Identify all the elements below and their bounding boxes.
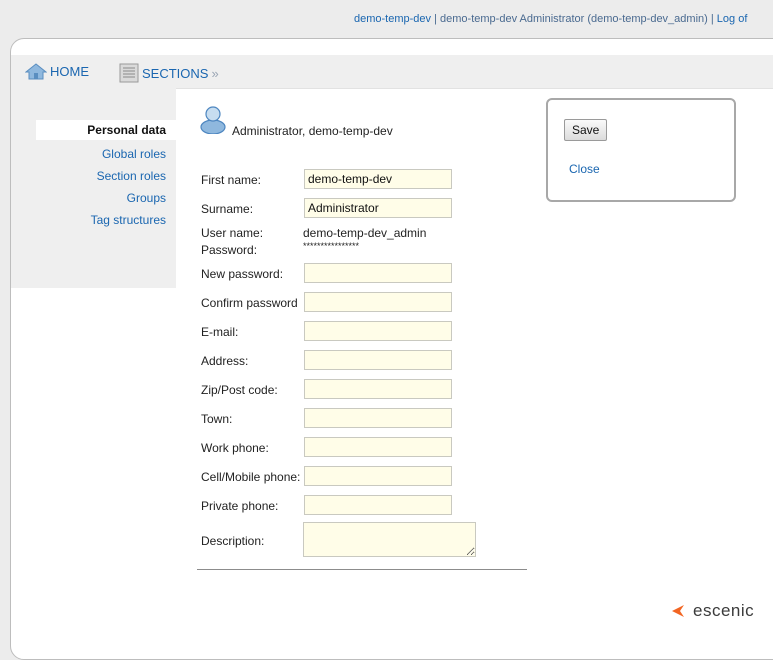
save-button[interactable]: Save <box>564 119 608 141</box>
sidebar: Personal data Global roles Section roles… <box>11 88 176 288</box>
description-label: Description: <box>201 534 265 548</box>
town-label: Town: <box>201 412 233 426</box>
sidebar-item-global-roles[interactable]: Global roles <box>102 147 166 161</box>
separator: | <box>707 13 717 25</box>
work-phone-label: Work phone: <box>201 441 269 455</box>
sidebar-item-personal-data[interactable]: Personal data <box>36 120 176 140</box>
description-field[interactable] <box>303 522 476 557</box>
password-label: Password: <box>201 243 258 257</box>
new-password-field[interactable] <box>304 263 452 283</box>
home-nav-label: HOME <box>50 64 89 79</box>
user-name-value: demo-temp-dev_admin <box>303 226 427 240</box>
home-icon <box>25 63 47 80</box>
user-display-name: Administrator, demo-temp-dev <box>232 124 393 138</box>
sections-nav-link[interactable]: SECTIONS » <box>119 63 219 83</box>
breadcrumb-arrow: » <box>211 65 219 81</box>
escenic-chevron-icon <box>672 605 684 617</box>
user-name-label: User name: <box>201 226 264 240</box>
new-password-label: New password: <box>201 267 284 281</box>
address-label: Address: <box>201 354 249 368</box>
zip-label: Zip/Post code: <box>201 383 278 397</box>
email-field[interactable] <box>304 321 452 341</box>
user-info-line: demo-temp-dev | demo-temp-dev Administra… <box>354 13 747 25</box>
user-info-text: demo-temp-dev Administrator (demo-temp-d… <box>440 13 708 25</box>
user-icon <box>200 106 226 134</box>
close-link[interactable]: Close <box>569 162 600 176</box>
confirm-password-field[interactable] <box>304 292 452 312</box>
sections-icon <box>119 63 139 83</box>
navigation-bar: HOME SECTIONS » <box>11 55 773 89</box>
mobile-phone-label: Cell/Mobile phone: <box>201 470 301 484</box>
escenic-logo: escenic <box>671 601 754 621</box>
home-nav-link[interactable]: HOME <box>25 63 89 80</box>
sections-nav-label: SECTIONS <box>142 65 209 81</box>
sidebar-item-section-roles[interactable]: Section roles <box>97 169 166 183</box>
actions-panel: Save Close <box>546 98 736 202</box>
password-value: **************** <box>303 241 360 251</box>
separator: | <box>431 13 441 25</box>
address-field[interactable] <box>304 350 452 370</box>
first-name-label: First name: <box>201 173 262 187</box>
surname-field[interactable] <box>304 198 452 218</box>
town-field[interactable] <box>304 408 452 428</box>
zip-field[interactable] <box>304 379 452 399</box>
logout-link[interactable]: Log of <box>717 13 748 25</box>
mobile-phone-field[interactable] <box>304 466 452 486</box>
surname-label: Surname: <box>201 202 254 216</box>
sidebar-item-groups[interactable]: Groups <box>127 191 166 205</box>
top-bar: demo-temp-dev | demo-temp-dev Administra… <box>0 0 773 34</box>
first-name-field[interactable] <box>304 169 452 189</box>
logo-wordmark: escenic <box>693 601 755 620</box>
private-phone-label: Private phone: <box>201 499 279 513</box>
site-link[interactable]: demo-temp-dev <box>354 13 431 25</box>
private-phone-field[interactable] <box>304 495 452 515</box>
form-divider <box>197 569 527 570</box>
confirm-password-label: Confirm password <box>201 296 298 310</box>
work-phone-field[interactable] <box>304 437 452 457</box>
email-label: E-mail: <box>201 325 239 339</box>
sidebar-item-tag-structures[interactable]: Tag structures <box>91 213 166 227</box>
